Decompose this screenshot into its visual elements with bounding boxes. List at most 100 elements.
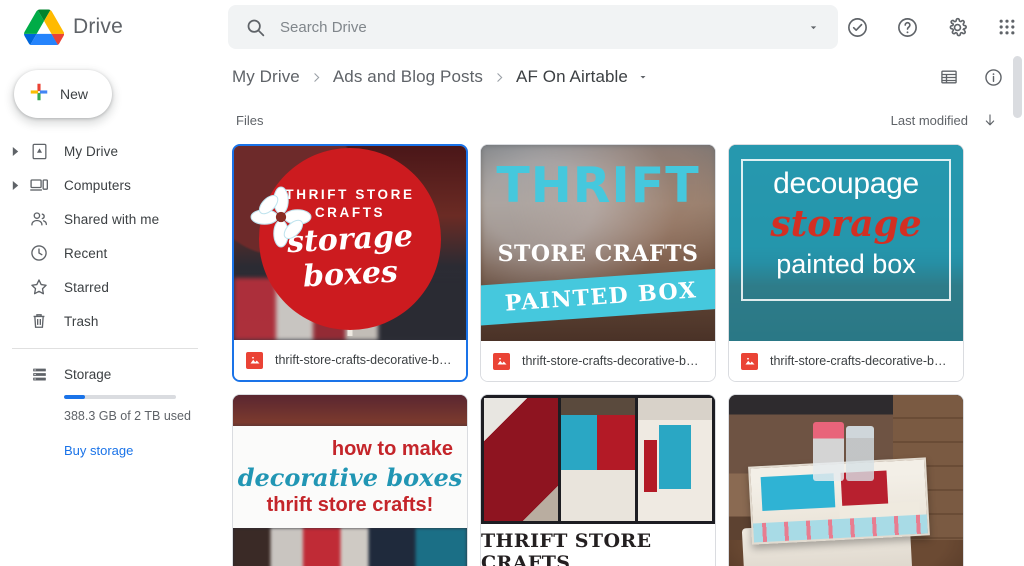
thumb-text-line: painted box <box>776 249 916 279</box>
storage-progress-bar <box>64 395 176 399</box>
file-thumbnail: THRIFT STORE CRAFTS storage boxes <box>234 146 466 340</box>
sidebar-item-label: Recent <box>64 245 108 261</box>
file-card[interactable]: decoupage storage painted box thrift-sto… <box>728 144 964 382</box>
info-circle-icon[interactable] <box>976 60 1010 94</box>
apps-grid-icon[interactable] <box>988 8 1024 46</box>
file-thumbnail: THRIFT STORE CRAFTS PAINTED BOX <box>481 145 715 341</box>
file-card[interactable]: how to make decorative boxes thrift stor… <box>232 394 468 566</box>
drive-app: Drive Search Drive New My Drive Computer… <box>0 0 1024 566</box>
star-icon <box>26 277 52 297</box>
help-circle-icon[interactable] <box>888 8 926 46</box>
people-icon <box>26 209 52 229</box>
sidebar-item-computers[interactable]: Computers <box>0 168 198 202</box>
breadcrumb-separator-icon <box>310 71 323 84</box>
breadcrumb-item-ads-and-blog-posts[interactable]: Ads and Blog Posts <box>333 67 483 87</box>
clock-icon <box>26 243 52 263</box>
image-file-icon <box>493 352 510 370</box>
vertical-scrollbar[interactable] <box>1013 54 1022 566</box>
file-card[interactable]: THRIFT STORE CRAFTS storage boxes thrift… <box>232 144 468 382</box>
sidebar: New My Drive Computers Shared with me Re… <box>0 54 210 566</box>
thumb-text-line: boxes <box>301 254 399 295</box>
thumb-text-line: THRIFT STORE CRAFTS <box>481 530 652 566</box>
sidebar-item-label: Trash <box>64 313 99 329</box>
search-icon <box>244 16 266 38</box>
sort-label: Last modified <box>890 112 968 128</box>
search-input[interactable] <box>266 18 796 36</box>
sidebar-item-label: Computers <box>64 177 131 193</box>
thumb-text-line: storage <box>770 203 922 245</box>
search-bar[interactable] <box>228 5 838 49</box>
sidebar-item-label: Shared with me <box>64 211 160 227</box>
sidebar-item-trash[interactable]: Trash <box>0 304 198 338</box>
thumb-text-line: thrift store crafts! <box>266 493 434 516</box>
breadcrumb-item-af-on-airtable[interactable]: AF On Airtable <box>516 67 628 87</box>
sidebar-item-shared-with-me[interactable]: Shared with me <box>0 202 198 236</box>
file-thumbnail: how to make decorative boxes thrift stor… <box>233 395 467 566</box>
list-view-icon[interactable] <box>932 60 966 94</box>
file-card[interactable]: THRIFT STORE CRAFTS PAINTED <box>480 394 716 566</box>
file-card-footer: thrift-store-crafts-decorative-box-... <box>729 341 963 381</box>
gear-icon[interactable] <box>938 8 976 46</box>
breadcrumb-chevron-down-icon[interactable] <box>637 71 649 83</box>
sidebar-nav: My Drive Computers Shared with me Recent… <box>0 134 210 338</box>
storage-icon <box>26 365 52 384</box>
image-file-icon <box>246 351 263 369</box>
drive-icon <box>26 142 52 161</box>
thumb-text-line: how to make <box>331 437 453 460</box>
new-button-label: New <box>60 86 89 102</box>
arrow-down-icon[interactable] <box>982 112 998 128</box>
file-thumbnail: THRIFT STORE CRAFTS PAINTED <box>481 395 715 566</box>
file-card-footer: thrift-store-crafts-decorative-box-... <box>481 341 715 381</box>
file-name: thrift-store-crafts-decorative-box-... <box>275 353 456 367</box>
thumb-text-line: PAINTED BOX <box>504 277 698 318</box>
file-thumbnail: decoupage storage painted box <box>729 145 963 341</box>
expand-triangle-icon[interactable] <box>4 180 26 190</box>
top-bar: Drive <box>0 0 1024 54</box>
breadcrumb-item-my-drive[interactable]: My Drive <box>232 67 300 87</box>
thumb-text-line: decorative boxes <box>237 462 463 492</box>
storage-label: Storage <box>64 366 112 382</box>
storage-progress-fill <box>64 395 86 399</box>
plus-icon <box>28 81 50 108</box>
files-grid: THRIFT STORE CRAFTS storage boxes thrift… <box>210 140 1024 566</box>
file-card-footer: thrift-store-crafts-decorative-box-... <box>234 340 466 380</box>
file-card[interactable]: THRIFT STORE CRAFTS PAINTED BOX thrift-s… <box>480 144 716 382</box>
breadcrumb-separator-icon <box>493 71 506 84</box>
buy-storage-link[interactable]: Buy storage <box>64 443 210 458</box>
check-circle-icon[interactable] <box>838 8 876 46</box>
google-drive-logo-icon <box>24 9 65 46</box>
thumb-text-line: STORE CRAFTS <box>497 241 699 268</box>
thumbnail-overlay: THRIFT STORE CRAFTS PAINTED <box>481 524 715 566</box>
brand[interactable]: Drive <box>14 9 206 46</box>
files-section-bar: Files Last modified <box>210 100 1024 140</box>
image-file-icon <box>741 352 758 370</box>
sort-control[interactable]: Last modified <box>891 112 998 128</box>
scrollbar-thumb[interactable] <box>1013 56 1022 118</box>
sidebar-item-starred[interactable]: Starred <box>0 270 198 304</box>
storage-usage-text: 388.3 GB of 2 TB used <box>64 409 191 423</box>
trash-icon <box>26 311 52 331</box>
brand-title: Drive <box>73 15 124 38</box>
new-button[interactable]: New <box>14 70 112 118</box>
search-options-chevron-down-icon[interactable] <box>796 10 830 44</box>
sidebar-item-storage[interactable]: Storage <box>0 357 210 391</box>
sidebar-divider <box>12 348 198 349</box>
file-name: thrift-store-crafts-decorative-box-... <box>770 354 953 368</box>
top-bar-actions <box>838 8 1024 46</box>
main-content: My Drive Ads and Blog Posts AF On Airtab… <box>210 54 1024 566</box>
thumbnail-overlay: how to make decorative boxes thrift stor… <box>233 426 467 529</box>
sidebar-item-recent[interactable]: Recent <box>0 236 198 270</box>
view-actions <box>932 60 1010 94</box>
flower-icon <box>250 186 312 248</box>
file-name: thrift-store-crafts-decorative-box-... <box>522 354 705 368</box>
expand-triangle-icon[interactable] <box>4 146 26 156</box>
file-thumbnail <box>729 395 963 566</box>
app-body: New My Drive Computers Shared with me Re… <box>0 54 1024 566</box>
sidebar-item-label: My Drive <box>64 143 119 159</box>
files-section-label: Files <box>236 112 264 128</box>
sidebar-item-label: Starred <box>64 279 109 295</box>
thumb-text-line: decoupage <box>773 167 919 200</box>
sidebar-item-my-drive[interactable]: My Drive <box>0 134 198 168</box>
file-card[interactable] <box>728 394 964 566</box>
computer-icon <box>26 175 52 195</box>
